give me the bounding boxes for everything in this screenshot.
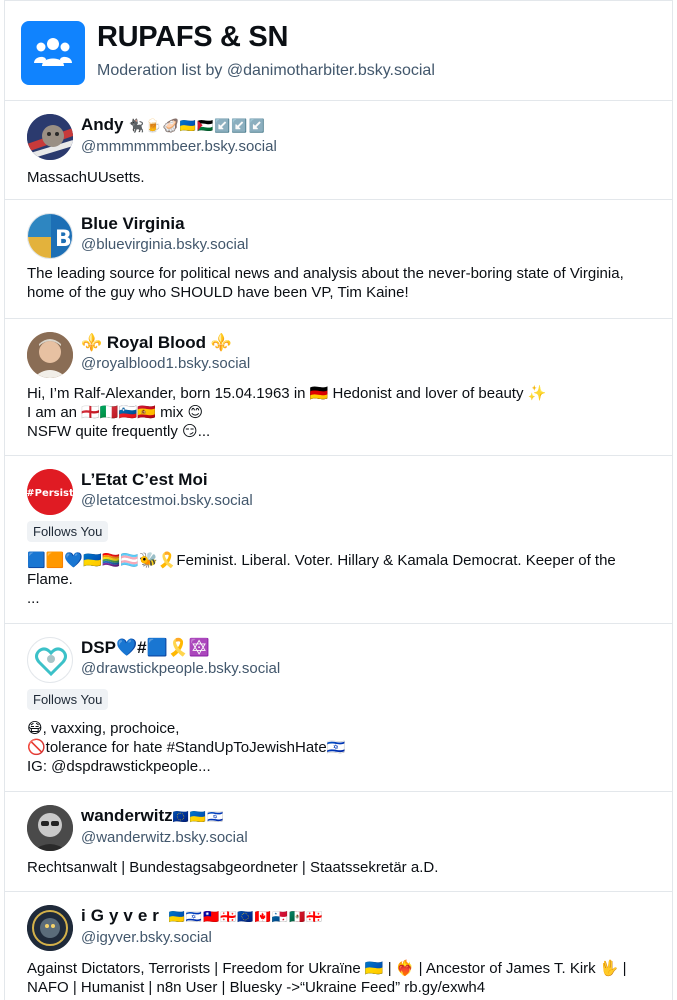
avatar[interactable] (27, 637, 73, 683)
handle[interactable]: @royalblood1.bsky.social (81, 354, 652, 374)
follows-you-badge: Follows You (27, 689, 109, 710)
handle[interactable]: @drawstickpeople.bsky.social (81, 659, 652, 679)
handle[interactable]: @letatcestmoi.bsky.social (81, 491, 652, 511)
list-item[interactable]: DSP💙#🟦🎗️🔯 @drawstickpeople.bsky.social F… (5, 624, 672, 792)
avatar[interactable]: #Persist (27, 469, 73, 515)
list-item[interactable]: wanderwitz🇪🇺🇺🇦🇮🇱 @wanderwitz.bsky.social… (5, 792, 672, 892)
bio: 🟦🟧💙🇺🇦🏳️‍🌈🏳️‍⚧️🐝🎗️Feminist. Liberal. Vote… (27, 552, 616, 607)
bio: MassachUUsetts. (27, 169, 145, 186)
bio: Hi, I’m Ralf-Alexander, born 15.04.1963 … (27, 385, 547, 440)
nafo-badge-image (27, 905, 73, 951)
bio: Against Dictators, Terrorists | Freedom … (27, 960, 627, 996)
list-title: RUPAFS & SN (97, 21, 289, 53)
list-item[interactable]: iGyver 🇺🇦🇮🇱🇹🇼🇬🇪🇪🇺🇨🇦🇵🇦🇲🇽🇬🇪 @igyver.bsky.s… (5, 892, 672, 1000)
display-name[interactable]: Blue Virginia (81, 213, 652, 235)
list-item[interactable]: Andy 🐈‍⬛🍺🦪🇺🇦🇵🇸↙️↙️↙️ @mmmmmmbeer.bsky.so… (5, 101, 672, 200)
display-name[interactable]: L’Etat C’est Moi (81, 469, 652, 491)
bio: The leading source for political news an… (27, 265, 624, 301)
list-item[interactable]: ⚜️ Royal Blood ⚜️ @royalblood1.bsky.soci… (5, 319, 672, 456)
list-item[interactable]: #Persist L’Etat C’est Moi @letatcestmoi.… (5, 456, 672, 624)
avatar[interactable]: B (27, 213, 73, 259)
display-name[interactable]: ⚜️ Royal Blood ⚜️ (81, 332, 652, 354)
avatar[interactable] (27, 905, 73, 951)
svg-text:#Persist: #Persist (27, 488, 73, 499)
blue-virginia-logo: B (28, 214, 72, 258)
heart-logo (35, 647, 67, 677)
handle[interactable]: @wanderwitz.bsky.social (81, 828, 652, 848)
list-item[interactable]: B Blue Virginia @bluevirginia.bsky.socia… (5, 200, 672, 319)
handle[interactable]: @mmmmmmbeer.bsky.social (81, 137, 652, 157)
bio: 😷, vaxxing, prochoice, 🚫tolerance for ha… (27, 720, 346, 775)
profile-photo-image (27, 332, 73, 378)
cat-photo-image (27, 114, 73, 160)
list-subtitle[interactable]: Moderation list by @danimotharbiter.bsky… (97, 62, 435, 80)
avatar[interactable] (27, 114, 73, 160)
handle[interactable]: @bluevirginia.bsky.social (81, 235, 652, 255)
display-name[interactable]: wanderwitz🇪🇺🇺🇦🇮🇱 (81, 805, 652, 828)
display-name[interactable]: Andy 🐈‍⬛🍺🦪🇺🇦🇵🇸↙️↙️↙️ (81, 114, 652, 137)
list-avatar[interactable] (21, 21, 85, 85)
display-name[interactable]: iGyver 🇺🇦🇮🇱🇹🇼🇬🇪🇪🇺🇨🇦🇵🇦🇲🇽🇬🇪 (81, 905, 652, 928)
profile-photo-image (27, 805, 73, 851)
follows-you-badge: Follows You (27, 521, 109, 542)
avatar[interactable] (27, 805, 73, 851)
display-name[interactable]: DSP💙#🟦🎗️🔯 (81, 637, 652, 659)
svg-text:B: B (55, 227, 72, 252)
handle[interactable]: @igyver.bsky.social (81, 928, 652, 948)
group-icon (34, 38, 72, 66)
bio: Rechtsanwalt | Bundestagsabgeordneter | … (27, 859, 439, 876)
avatar[interactable] (27, 332, 73, 378)
moderation-list-page: RUPAFS & SN Moderation list by @danimoth… (4, 0, 673, 1000)
persist-logo: #Persist (27, 469, 73, 515)
list-header: RUPAFS & SN Moderation list by @danimoth… (5, 0, 672, 101)
